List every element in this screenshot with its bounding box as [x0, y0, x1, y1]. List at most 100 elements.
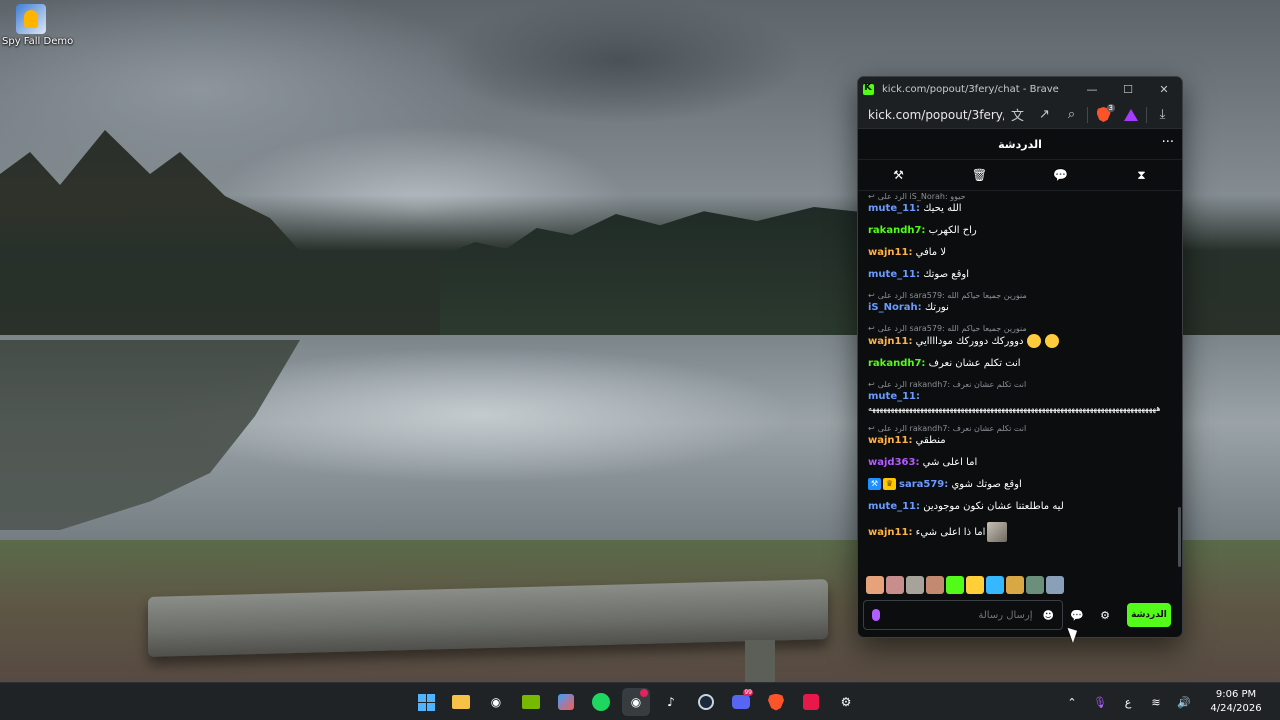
chat-message[interactable]: rakandh7: راح الكهرب: [868, 224, 1174, 237]
chat-mode-icon[interactable]: 💬: [1041, 168, 1081, 182]
url-field[interactable]: kick.com/popout/3fery/...: [868, 108, 1004, 122]
more-options-button[interactable]: ···: [1162, 135, 1174, 150]
volume-icon[interactable]: 🔊: [1170, 696, 1198, 709]
send-chat-button[interactable]: الدردشة: [1127, 603, 1171, 627]
chat-username[interactable]: wajn11:: [868, 435, 912, 446]
chat-username[interactable]: rakandh7:: [868, 225, 925, 236]
emote-icon[interactable]: [946, 576, 964, 594]
maximize-button[interactable]: ☐: [1110, 77, 1146, 101]
wifi-icon[interactable]: ≋: [1142, 696, 1170, 709]
chat-message[interactable]: rakandh7: انت تكلم عشان نعرف: [868, 357, 1174, 370]
message-line: mute_11: الله يحيك: [868, 202, 1174, 215]
input-language-indicator[interactable]: ع: [1114, 696, 1142, 709]
chat-username[interactable]: sara579:: [899, 479, 948, 490]
slow-mode-icon[interactable]: ⧗: [1122, 168, 1162, 183]
chat-bubble-button[interactable]: 💬: [1063, 600, 1091, 630]
crown-badge-icon: ♛: [883, 478, 896, 490]
chat-message[interactable]: ↩ الرد على sara579: منورين جميعا حياكم ال…: [868, 323, 1174, 348]
reply-context[interactable]: ↩ الرد على sara579: منورين جميعا حياكم ال…: [868, 290, 1174, 301]
mod-tools-icon[interactable]: ⚒: [879, 168, 919, 182]
file-explorer-icon[interactable]: [447, 688, 475, 716]
reply-text: الرد على sara579: منورين جميعا حياكم الل…: [877, 324, 1027, 333]
brave-rewards-button[interactable]: [1117, 104, 1144, 126]
affinity-icon[interactable]: [797, 688, 825, 716]
desktop-shortcut-spy-fall[interactable]: Spy Fall Demo: [2, 4, 73, 47]
nvidia-icon[interactable]: [517, 688, 545, 716]
emote-icon[interactable]: [1006, 576, 1024, 594]
tiktok-icon[interactable]: ♪: [657, 688, 685, 716]
store-icon[interactable]: [552, 688, 580, 716]
discord-badge: 99: [743, 689, 753, 696]
emote-icon[interactable]: [1046, 576, 1064, 594]
clear-chat-icon[interactable]: 🗑: [960, 168, 1000, 182]
open-in-tab-icon[interactable]: ↗: [1031, 104, 1058, 126]
emote-icon[interactable]: [906, 576, 924, 594]
brave-icon[interactable]: [762, 688, 790, 716]
zoom-icon[interactable]: ⌕: [1058, 104, 1085, 126]
chevron-up-icon[interactable]: ⌃: [1058, 696, 1086, 709]
reply-arrow-icon: ↩: [868, 424, 875, 433]
reply-context[interactable]: ↩ الرد على iS_Norah: حيوو: [868, 191, 1174, 202]
translate-icon[interactable]: 文: [1004, 104, 1031, 126]
chat-message[interactable]: ↩ الرد على rakandh7: انت تكلم عشان نعرف wa…: [868, 423, 1174, 447]
chat-input-box[interactable]: ☻: [863, 600, 1063, 630]
steam-icon[interactable]: [692, 688, 720, 716]
obs-active-icon[interactable]: ◉: [622, 688, 650, 716]
mic-icon[interactable]: [872, 609, 880, 621]
chat-messages[interactable]: ↩ الرد على iS_Norah: حيوو mute_11: الله يح…: [858, 191, 1180, 571]
message-line: mute_11:: [868, 390, 1174, 403]
emote-icon[interactable]: [866, 576, 884, 594]
window-titlebar[interactable]: kick.com/popout/3fery/chat - Brave — ☐ ✕: [858, 77, 1182, 101]
chat-username[interactable]: rakandh7:: [868, 358, 925, 369]
chat-message[interactable]: mute_11: اوقع صوتك: [868, 268, 1174, 281]
reply-arrow-icon: ↩: [868, 380, 875, 389]
start-button[interactable]: [412, 688, 440, 716]
chat-username[interactable]: wajn11:: [868, 336, 912, 347]
chat-message[interactable]: ↩ الرد على rakandh7: انت تكلم عشان نعرف mu…: [868, 379, 1174, 414]
settings-icon[interactable]: ⚙: [832, 688, 860, 716]
reply-context[interactable]: ↩ الرد على rakandh7: انت تكلم عشان نعرف: [868, 423, 1174, 434]
obs-icon[interactable]: ◉: [482, 688, 510, 716]
chat-message[interactable]: wajn11: لا مافي: [868, 246, 1174, 259]
reply-context[interactable]: ↩ الرد على sara579: منورين جميعا حياكم ال…: [868, 323, 1174, 334]
reply-context[interactable]: ↩ الرد على rakandh7: انت تكلم عشان نعرف: [868, 379, 1174, 390]
spotify-icon[interactable]: [587, 688, 615, 716]
chat-message[interactable]: wajd363: اما اعلى شي: [868, 456, 1174, 469]
emote-icon[interactable]: [966, 576, 984, 594]
download-icon[interactable]: ⤓: [1149, 104, 1176, 126]
emoji-picker-icon[interactable]: ☻: [1043, 609, 1054, 622]
chat-username[interactable]: mute_11:: [868, 269, 920, 280]
reply-text: الرد على sara579: منورين جميعا حياكم الل…: [877, 291, 1027, 300]
chat-username[interactable]: mute_11:: [868, 391, 920, 402]
emote-icon[interactable]: [886, 576, 904, 594]
chat-message[interactable]: wajn11: اما ذا اعلى شيء: [868, 522, 1174, 542]
discord-icon[interactable]: 99: [727, 688, 755, 716]
message-line: wajn11: منطقي: [868, 434, 1174, 447]
chat-settings-button[interactable]: ⚙: [1091, 600, 1119, 630]
close-button[interactable]: ✕: [1146, 77, 1182, 101]
microphone-icon[interactable]: 🎙: [1086, 696, 1114, 709]
chat-message[interactable]: ⚒ ♛ sara579: اوقع صوتك شوي: [868, 478, 1174, 491]
chat-message[interactable]: ↩ الرد على sara579: منورين جميعا حياكم ال…: [868, 290, 1174, 314]
chat-username[interactable]: wajd363:: [868, 457, 919, 468]
emote-icon[interactable]: [926, 576, 944, 594]
minimize-button[interactable]: —: [1074, 77, 1110, 101]
taskbar-clock[interactable]: 9:06 PM 4/24/2026: [1200, 688, 1272, 716]
chat-scrollbar[interactable]: [1178, 507, 1181, 567]
chat-username[interactable]: iS_Norah:: [868, 302, 922, 313]
emote-icon[interactable]: [1026, 576, 1044, 594]
chat-message-input[interactable]: [880, 609, 1043, 621]
show-desktop-button[interactable]: [1272, 683, 1280, 720]
chat-text: الله يحيك: [923, 203, 962, 214]
chat-text: اما اعلى شي: [922, 457, 978, 468]
chat-message[interactable]: ↩ الرد على iS_Norah: حيوو mute_11: الله يح…: [868, 191, 1174, 215]
chat-username[interactable]: wajn11:: [868, 527, 912, 538]
brave-shields-button[interactable]: 3: [1090, 103, 1117, 126]
inline-emote-image: [987, 522, 1008, 542]
chat-username[interactable]: mute_11:: [868, 203, 920, 214]
chat-message[interactable]: mute_11: ليه ماطلعتنا عشان نكون موجودين: [868, 500, 1174, 513]
emote-icon[interactable]: [986, 576, 1004, 594]
chat-username[interactable]: wajn11:: [868, 247, 912, 258]
chat-username[interactable]: mute_11:: [868, 501, 920, 512]
toolbar-divider: [1146, 106, 1147, 123]
